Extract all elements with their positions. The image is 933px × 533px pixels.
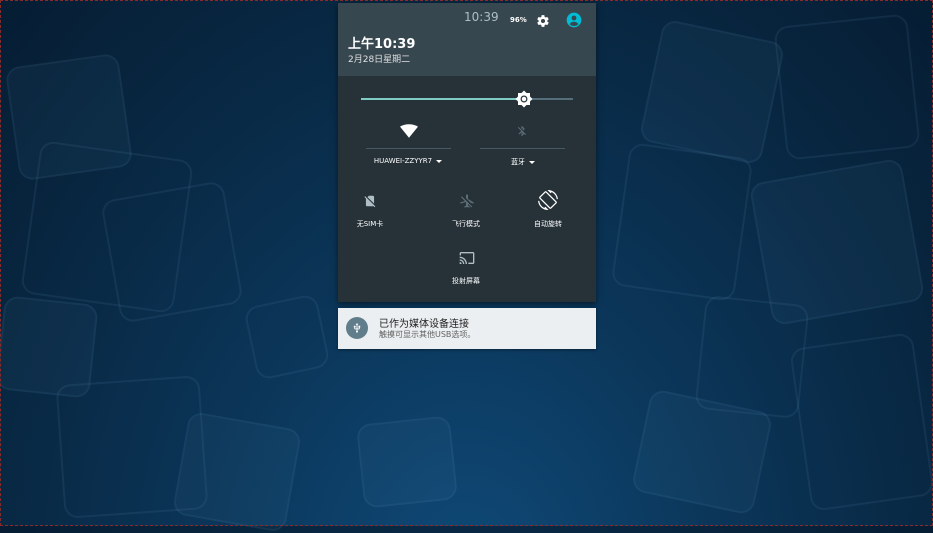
header-date: 2月28日星期二 [348,55,411,65]
sim-label: 无SIM卡 [356,220,384,228]
wifi-icon[interactable] [400,123,418,142]
notification-title: 已作为媒体设备连接 [379,319,469,330]
cast-label: 投射屏幕 [452,277,480,285]
brightness-icon[interactable] [515,90,533,108]
bluetooth-label[interactable]: 蓝牙 [473,157,573,167]
usb-notification[interactable]: 已作为媒体设备连接 触摸可显示其他USB选项。 [338,308,596,349]
wallpaper-shape [243,293,331,381]
airplane-icon[interactable] [459,193,475,213]
wallpaper-shape [171,410,303,533]
bluetooth-off-icon[interactable] [516,123,528,143]
no-sim-icon[interactable] [363,193,377,213]
airplane-label: 飞行模式 [452,220,480,228]
account-circle-icon[interactable] [566,12,582,32]
gear-icon[interactable] [536,13,550,32]
shade-header[interactable]: 10:39 96% 上午10:39 2月28日星期二 [338,3,596,76]
chevron-down-icon [436,159,443,163]
wallpaper-shape [355,415,459,509]
rotate-label: 自动旋转 [534,220,562,228]
wallpaper-shape [789,332,933,512]
wallpaper-shape [748,157,926,327]
wifi-divider [366,148,451,149]
rotate-icon[interactable] [538,190,558,214]
wallpaper-shape [638,18,786,166]
battery-level: 96% [510,16,527,24]
notification-shade: 10:39 96% 上午10:39 2月28日星期二 HUAWEI-ZZYYR7… [338,3,596,302]
usb-icon [346,317,368,339]
header-time: 上午10:39 [348,37,416,52]
wallpaper-shape [610,142,754,302]
wifi-label[interactable]: HUAWEI-ZZYYR7 [358,157,458,165]
bluetooth-divider [480,148,565,149]
status-time: 10:39 [464,10,499,24]
wallpaper-shape [773,13,921,161]
notification-text: 触摸可显示其他USB选项。 [379,330,476,339]
cast-icon[interactable] [458,250,476,270]
wallpaper-shape [100,180,244,324]
chevron-down-icon [529,160,535,164]
brightness-slider-fill [361,98,525,100]
